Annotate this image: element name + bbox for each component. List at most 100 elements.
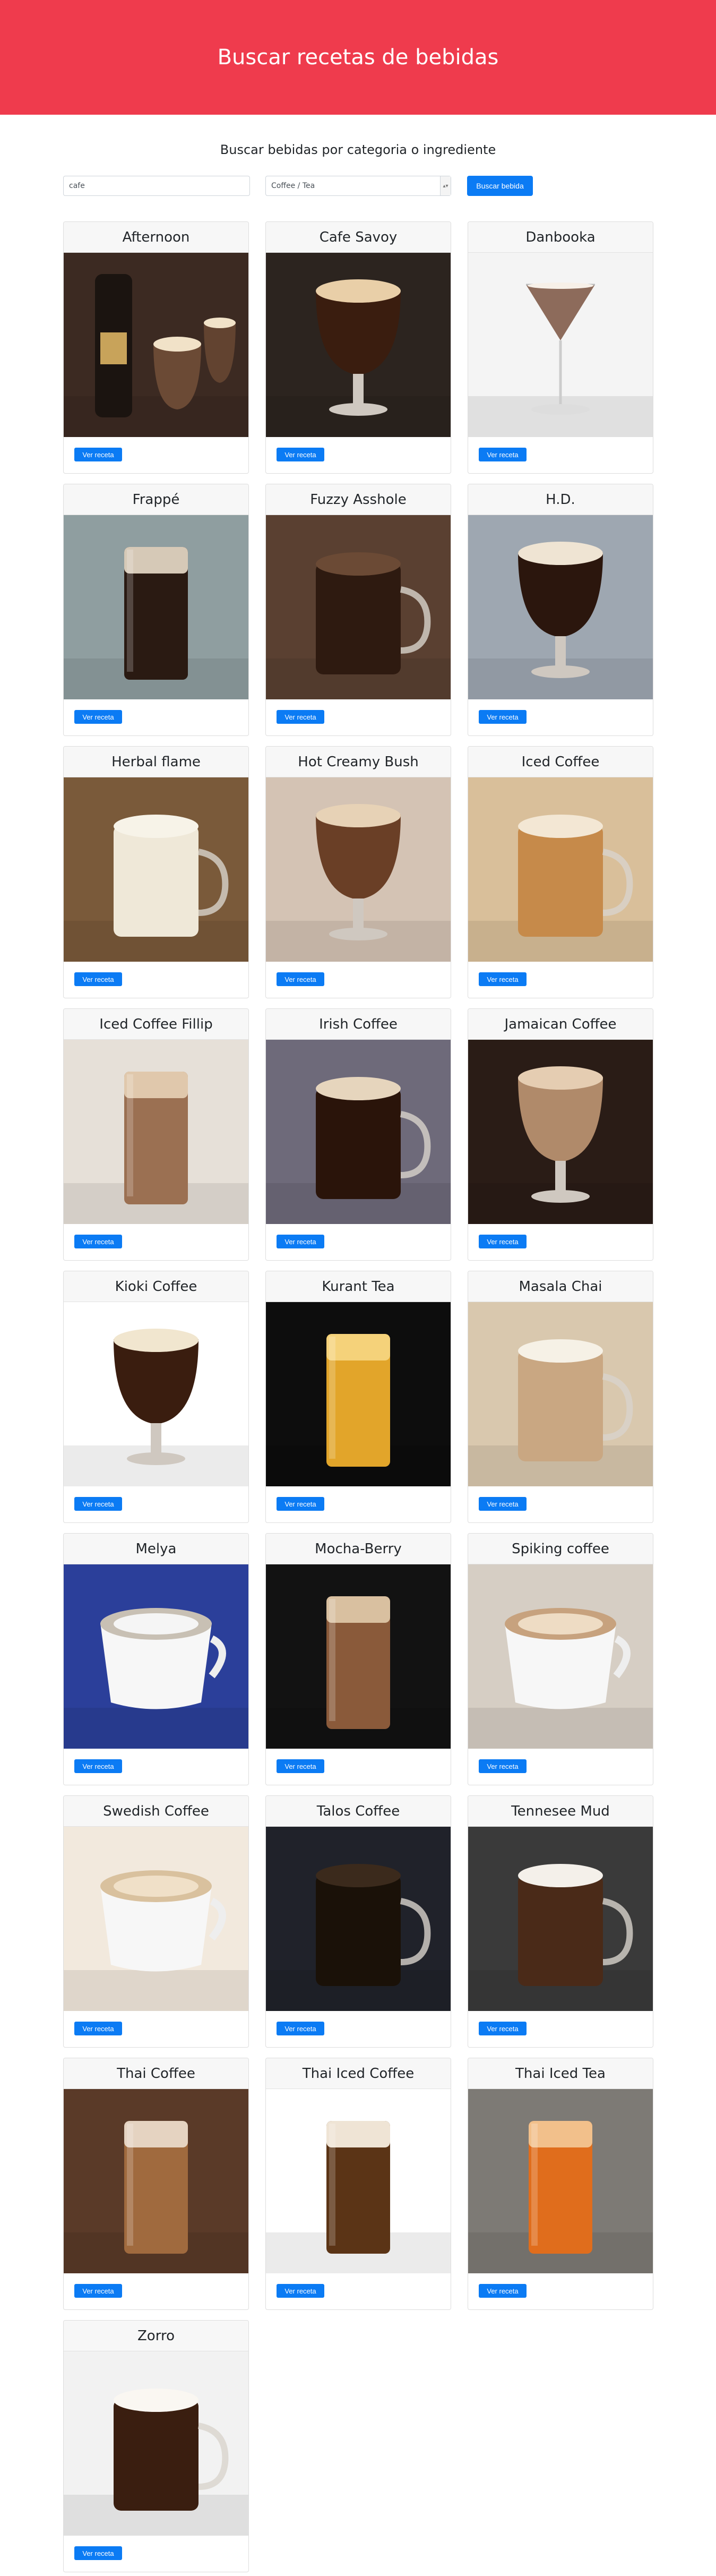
drink-card-thai-coffee: Thai Coffee Ver receta bbox=[63, 2058, 249, 2310]
card-body: Ver receta bbox=[64, 962, 248, 997]
drink-name: Zorro bbox=[64, 2321, 248, 2351]
drink-name: Masala Chai bbox=[468, 1271, 653, 1302]
drink-name: Mocha-Berry bbox=[266, 1534, 451, 1564]
card-body: Ver receta bbox=[266, 437, 451, 472]
drink-card-cafe-savoy: Cafe Savoy Ver receta bbox=[265, 221, 451, 474]
view-recipe-button[interactable]: Ver receta bbox=[479, 710, 527, 724]
drink-card-thai-iced-tea: Thai Iced Tea Ver receta bbox=[468, 2058, 653, 2310]
view-recipe-button[interactable]: Ver receta bbox=[479, 1235, 527, 1248]
drink-name: Cafe Savoy bbox=[266, 222, 451, 253]
card-body: Ver receta bbox=[468, 962, 653, 997]
drink-card-mocha-berry: Mocha-Berry Ver receta bbox=[265, 1533, 451, 1785]
view-recipe-button[interactable]: Ver receta bbox=[277, 972, 324, 986]
drink-image bbox=[266, 777, 451, 962]
drink-grid: Afternoon Ver receta Cafe Savoy Ver rece… bbox=[63, 221, 653, 2572]
view-recipe-button[interactable]: Ver receta bbox=[277, 1235, 324, 1248]
card-body: Ver receta bbox=[64, 2273, 248, 2308]
drink-card-zorro: Zorro Ver receta bbox=[63, 2320, 249, 2572]
category-select[interactable]: Coffee / Tea ▴▾ bbox=[265, 176, 451, 196]
select-arrow-icon: ▴▾ bbox=[440, 176, 451, 195]
drink-name: Kioki Coffee bbox=[64, 1271, 248, 1302]
drink-card-swedish-coffee: Swedish Coffee Ver receta bbox=[63, 1795, 249, 2048]
drink-image bbox=[266, 1827, 451, 2011]
card-body: Ver receta bbox=[468, 1749, 653, 1784]
card-body: Ver receta bbox=[64, 437, 248, 472]
drink-image bbox=[266, 515, 451, 699]
drink-image bbox=[468, 777, 653, 962]
view-recipe-button[interactable]: Ver receta bbox=[277, 710, 324, 724]
view-recipe-button[interactable]: Ver receta bbox=[74, 1235, 122, 1248]
drink-card-danbooka: Danbooka Ver receta bbox=[468, 221, 653, 474]
drink-card-hot-creamy-bush: Hot Creamy Bush Ver receta bbox=[265, 746, 451, 998]
drink-name: Tennesee Mud bbox=[468, 1796, 653, 1827]
drink-image bbox=[64, 2351, 248, 2536]
drink-image bbox=[64, 253, 248, 437]
drink-image bbox=[266, 2089, 451, 2273]
drink-card-kioki-coffee: Kioki Coffee Ver receta bbox=[63, 1271, 249, 1523]
card-body: Ver receta bbox=[64, 1749, 248, 1784]
view-recipe-button[interactable]: Ver receta bbox=[479, 2022, 527, 2035]
drink-card-herbal-flame: Herbal flame Ver receta bbox=[63, 746, 249, 998]
drink-image bbox=[64, 2089, 248, 2273]
view-recipe-button[interactable]: Ver receta bbox=[74, 710, 122, 724]
drink-card-afternoon: Afternoon Ver receta bbox=[63, 221, 249, 474]
drink-name: H.D. bbox=[468, 484, 653, 515]
view-recipe-button[interactable]: Ver receta bbox=[479, 2284, 527, 2298]
drink-name: Hot Creamy Bush bbox=[266, 747, 451, 777]
view-recipe-button[interactable]: Ver receta bbox=[74, 972, 122, 986]
drink-name: Herbal flame bbox=[64, 747, 248, 777]
view-recipe-button[interactable]: Ver receta bbox=[277, 1497, 324, 1511]
search-form: Coffee / Tea ▴▾ Buscar bebida bbox=[0, 174, 716, 198]
card-body: Ver receta bbox=[468, 1224, 653, 1259]
drink-image bbox=[64, 1302, 248, 1486]
view-recipe-button[interactable]: Ver receta bbox=[277, 2284, 324, 2298]
search-heading: Buscar bebidas por categoria o ingredien… bbox=[220, 142, 496, 157]
drink-image bbox=[468, 2089, 653, 2273]
card-body: Ver receta bbox=[468, 699, 653, 734]
card-body: Ver receta bbox=[468, 437, 653, 472]
card-body: Ver receta bbox=[64, 1224, 248, 1259]
drink-image bbox=[266, 1564, 451, 1749]
hero-banner: Buscar recetas de bebidas bbox=[0, 0, 716, 115]
view-recipe-button[interactable]: Ver receta bbox=[479, 1759, 527, 1773]
drink-name: Fuzzy Asshole bbox=[266, 484, 451, 515]
drink-name: Frappé bbox=[64, 484, 248, 515]
view-recipe-button[interactable]: Ver receta bbox=[277, 1759, 324, 1773]
card-body: Ver receta bbox=[468, 2011, 653, 2046]
drink-card-talos-coffee: Talos Coffee Ver receta bbox=[265, 1795, 451, 2048]
drink-image bbox=[64, 777, 248, 962]
drink-image bbox=[64, 515, 248, 699]
drink-card-iced-coffee-fillip: Iced Coffee Fillip Ver receta bbox=[63, 1008, 249, 1261]
drink-card-masala-chai: Masala Chai Ver receta bbox=[468, 1271, 653, 1523]
card-body: Ver receta bbox=[468, 2273, 653, 2308]
drink-card-h-d: H.D. Ver receta bbox=[468, 484, 653, 736]
view-recipe-button[interactable]: Ver receta bbox=[479, 1497, 527, 1511]
view-recipe-button[interactable]: Ver receta bbox=[74, 2546, 122, 2560]
view-recipe-button[interactable]: Ver receta bbox=[74, 1497, 122, 1511]
view-recipe-button[interactable]: Ver receta bbox=[479, 972, 527, 986]
search-drink-button[interactable]: Buscar bebida bbox=[467, 176, 533, 196]
view-recipe-button[interactable]: Ver receta bbox=[74, 2284, 122, 2298]
drink-name: Thai Iced Coffee bbox=[266, 2058, 451, 2089]
view-recipe-button[interactable]: Ver receta bbox=[74, 2022, 122, 2035]
view-recipe-button[interactable]: Ver receta bbox=[74, 448, 122, 461]
view-recipe-button[interactable]: Ver receta bbox=[74, 1759, 122, 1773]
card-body: Ver receta bbox=[266, 699, 451, 734]
ingredient-input[interactable] bbox=[63, 176, 250, 196]
drink-image bbox=[468, 253, 653, 437]
drink-image bbox=[64, 1827, 248, 2011]
drink-image bbox=[468, 1302, 653, 1486]
card-body: Ver receta bbox=[64, 1486, 248, 1521]
drink-name: Jamaican Coffee bbox=[468, 1009, 653, 1040]
drink-name: Thai Iced Tea bbox=[468, 2058, 653, 2089]
drink-image bbox=[64, 1564, 248, 1749]
view-recipe-button[interactable]: Ver receta bbox=[479, 448, 527, 461]
card-body: Ver receta bbox=[64, 2536, 248, 2571]
drink-name: Irish Coffee bbox=[266, 1009, 451, 1040]
view-recipe-button[interactable]: Ver receta bbox=[277, 448, 324, 461]
drink-image bbox=[266, 253, 451, 437]
drink-name: Melya bbox=[64, 1534, 248, 1564]
view-recipe-button[interactable]: Ver receta bbox=[277, 2022, 324, 2035]
drink-image bbox=[468, 1827, 653, 2011]
drink-name: Kurant Tea bbox=[266, 1271, 451, 1302]
